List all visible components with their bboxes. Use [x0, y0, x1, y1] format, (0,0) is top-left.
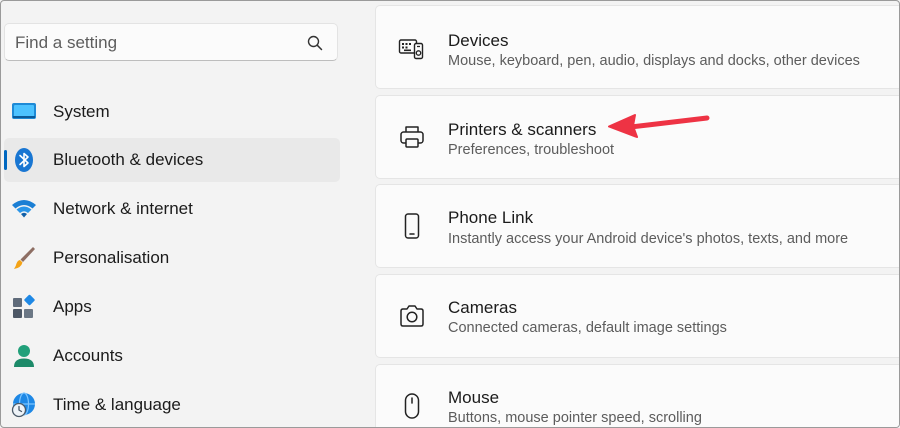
selection-indicator: [4, 150, 7, 170]
search-icon[interactable]: [307, 35, 323, 51]
devices-icon: [398, 39, 424, 60]
sidebar-item-accounts[interactable]: Accounts: [4, 334, 340, 378]
mouse-icon: [404, 393, 420, 419]
card-title: Printers & scanners: [448, 120, 597, 139]
card-title: Phone Link: [448, 208, 534, 227]
phone-link-card[interactable]: Phone Link Instantly access your Android…: [375, 184, 899, 268]
sidebar-item-label: Personalisation: [53, 248, 170, 267]
settings-window: System Bluetooth & devices Network & int…: [0, 0, 900, 428]
printer-icon: [400, 126, 424, 148]
card-description: Mouse, keyboard, pen, audio, displays an…: [448, 53, 860, 69]
wifi-icon: [12, 200, 36, 218]
brush-icon: [14, 247, 35, 269]
apps-icon: [13, 294, 35, 318]
devices-card[interactable]: Devices Mouse, keyboard, pen, audio, dis…: [375, 5, 899, 89]
sidebar-item-label: Apps: [53, 297, 92, 316]
sidebar-item-bluetooth-devices[interactable]: Bluetooth & devices: [4, 138, 340, 182]
card-description: Instantly access your Android device's p…: [448, 231, 849, 247]
account-icon: [14, 345, 34, 367]
sidebar-item-network-internet[interactable]: Network & internet: [4, 187, 340, 231]
camera-icon: [400, 305, 424, 327]
sidebar-item-label: System: [53, 102, 110, 121]
search-input[interactable]: [13, 24, 297, 62]
annotation-arrow: [608, 114, 710, 138]
globe-clock-icon: [11, 392, 35, 418]
sidebar: System Bluetooth & devices Network & int…: [1, 1, 357, 427]
system-icon: [12, 103, 36, 119]
bluetooth-icon: [15, 148, 33, 172]
card-title: Mouse: [448, 388, 500, 407]
sidebar-item-label: Time & language: [53, 395, 181, 414]
card-title: Cameras: [448, 298, 517, 317]
sidebar-item-personalisation[interactable]: Personalisation: [4, 236, 340, 280]
sidebar-item-apps[interactable]: Apps: [4, 285, 340, 329]
card-description: Buttons, mouse pointer speed, scrolling: [448, 410, 702, 426]
sidebar-item-system[interactable]: System: [4, 90, 340, 134]
phone-icon: [404, 213, 420, 239]
mouse-card[interactable]: Mouse Buttons, mouse pointer speed, scro…: [375, 364, 899, 427]
card-description: Connected cameras, default image setting…: [448, 320, 727, 336]
card-title: Devices: [448, 31, 509, 50]
sidebar-item-label: Network & internet: [53, 199, 193, 218]
sidebar-item-label: Bluetooth & devices: [53, 150, 204, 169]
main-content: Devices Mouse, keyboard, pen, audio, dis…: [375, 1, 899, 427]
sidebar-item-time-language[interactable]: Time & language: [4, 383, 340, 427]
cameras-card[interactable]: Cameras Connected cameras, default image…: [375, 274, 899, 358]
card-description: Preferences, troubleshoot: [448, 142, 615, 158]
search-box[interactable]: [4, 23, 338, 62]
sidebar-item-label: Accounts: [53, 346, 123, 365]
